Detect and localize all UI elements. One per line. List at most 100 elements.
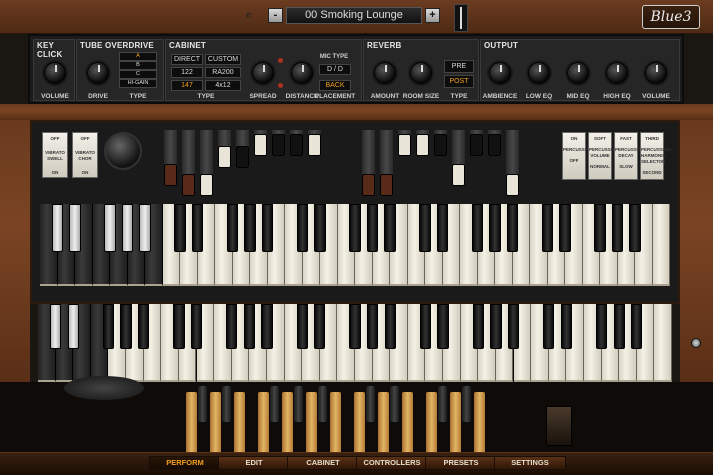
mid-eq-knob[interactable] bbox=[567, 62, 589, 84]
drawbar[interactable] bbox=[416, 130, 429, 156]
percussion-volume-tab[interactable]: SOFT PERCUSSION VOLUME NORMAL bbox=[588, 132, 619, 180]
vibrato-swell-tab[interactable]: OFF VIBRATO SWELL ON bbox=[42, 132, 68, 178]
previous-preset-button[interactable]: - bbox=[268, 8, 283, 23]
bass-pedal[interactable] bbox=[234, 392, 245, 454]
tab-controllers[interactable]: CONTROLLERS bbox=[356, 456, 428, 470]
bass-pedal[interactable] bbox=[450, 392, 461, 454]
drawbar[interactable] bbox=[380, 130, 393, 196]
drawbar-cap[interactable] bbox=[506, 174, 519, 196]
black-key[interactable] bbox=[506, 204, 519, 252]
black-key[interactable] bbox=[296, 204, 309, 252]
bass-pedal-sharp[interactable] bbox=[438, 386, 447, 422]
drawbar[interactable] bbox=[272, 130, 285, 156]
drawbar-cap[interactable] bbox=[290, 134, 303, 156]
cabinet-ra200-button[interactable]: RA200 bbox=[205, 67, 241, 78]
vibrato-chorus-tab[interactable]: OFF VIBRATO CHOR ON bbox=[72, 132, 98, 178]
drawbar-cap[interactable] bbox=[470, 134, 483, 156]
black-key[interactable] bbox=[190, 304, 203, 350]
tube-type-b[interactable]: B bbox=[119, 61, 157, 70]
black-key[interactable] bbox=[560, 304, 572, 350]
drawbar[interactable] bbox=[236, 130, 249, 168]
bass-pedal-sharp[interactable] bbox=[318, 386, 327, 422]
drawbar[interactable] bbox=[290, 130, 303, 156]
leslie-switch[interactable] bbox=[64, 376, 144, 400]
tab-edit[interactable]: EDIT bbox=[218, 456, 290, 470]
black-key[interactable] bbox=[471, 204, 484, 252]
bass-pedal[interactable] bbox=[426, 392, 437, 454]
black-key[interactable] bbox=[226, 204, 239, 252]
high-eq-knob[interactable] bbox=[606, 62, 628, 84]
reverb-pre-button[interactable]: PRE bbox=[444, 60, 474, 73]
drawbar[interactable] bbox=[362, 130, 375, 196]
cabinet-147-button[interactable]: 147 bbox=[171, 80, 203, 91]
bass-pedal-sharp[interactable] bbox=[270, 386, 279, 422]
room-size-knob[interactable] bbox=[410, 62, 432, 84]
drawbar-cap[interactable] bbox=[200, 174, 213, 196]
spread-knob[interactable] bbox=[252, 62, 274, 84]
black-key[interactable] bbox=[472, 304, 484, 350]
bass-pedal[interactable] bbox=[378, 392, 389, 454]
output-volume-knob[interactable] bbox=[645, 62, 667, 84]
drawbar-cap[interactable] bbox=[164, 164, 177, 186]
black-key[interactable] bbox=[191, 204, 204, 252]
tab-cabinet[interactable]: CABINET bbox=[287, 456, 359, 470]
black-key[interactable] bbox=[104, 204, 116, 252]
drawbar[interactable] bbox=[470, 130, 483, 156]
bass-pedal-sharp[interactable] bbox=[222, 386, 231, 422]
black-key[interactable] bbox=[261, 204, 274, 252]
bass-pedal-sharp[interactable] bbox=[198, 386, 207, 422]
black-key[interactable] bbox=[349, 304, 361, 350]
black-key[interactable] bbox=[437, 304, 449, 350]
black-key[interactable] bbox=[613, 304, 625, 350]
drawbar-cap[interactable] bbox=[218, 146, 231, 168]
vibrato-selector-knob[interactable] bbox=[104, 132, 142, 170]
drawbar-cap[interactable] bbox=[434, 134, 447, 156]
black-key[interactable] bbox=[243, 304, 255, 350]
bass-pedal[interactable] bbox=[210, 392, 221, 454]
drawbar[interactable] bbox=[200, 130, 213, 196]
reverb-amount-knob[interactable] bbox=[374, 62, 396, 84]
preset-name-display[interactable]: 00 Smoking Lounge bbox=[286, 7, 422, 24]
drawbar-cap[interactable] bbox=[416, 134, 429, 156]
percussion-decay-tab[interactable]: FAST PERCUSSION DECAY SLOW bbox=[614, 132, 645, 180]
cabinet-custom-button[interactable]: CUSTOM bbox=[205, 54, 241, 65]
bass-pedal-sharp[interactable] bbox=[366, 386, 375, 422]
black-key[interactable] bbox=[507, 304, 520, 350]
drawbar[interactable] bbox=[254, 130, 267, 156]
drawbar[interactable] bbox=[398, 130, 411, 156]
key-click-volume-knob[interactable] bbox=[44, 62, 66, 84]
black-key[interactable] bbox=[594, 204, 606, 252]
drawbar-cap[interactable] bbox=[362, 174, 375, 196]
black-key[interactable] bbox=[49, 304, 62, 350]
bass-pedal[interactable] bbox=[402, 392, 413, 454]
black-key[interactable] bbox=[490, 304, 502, 350]
black-key[interactable] bbox=[384, 204, 396, 252]
drawbar-cap[interactable] bbox=[308, 134, 321, 156]
drawbar-cap[interactable] bbox=[272, 134, 285, 156]
black-key[interactable] bbox=[489, 204, 501, 252]
black-key[interactable] bbox=[314, 304, 326, 350]
bass-pedal-sharp[interactable] bbox=[462, 386, 471, 422]
black-key[interactable] bbox=[366, 204, 379, 252]
drive-knob[interactable] bbox=[87, 62, 109, 84]
black-key[interactable] bbox=[174, 204, 186, 252]
tab-settings[interactable]: SETTINGS bbox=[494, 456, 566, 470]
tab-presets[interactable]: PRESETS bbox=[425, 456, 497, 470]
cabinet-122-button[interactable]: 122 bbox=[171, 67, 203, 78]
drawbar-cap[interactable] bbox=[488, 134, 501, 156]
black-key[interactable] bbox=[138, 304, 150, 350]
bass-pedal[interactable] bbox=[354, 392, 365, 454]
drawbar[interactable] bbox=[164, 130, 177, 186]
black-key[interactable] bbox=[226, 304, 238, 350]
drawbar-cap[interactable] bbox=[398, 134, 411, 156]
black-key[interactable] bbox=[559, 204, 571, 252]
tube-type-c[interactable]: C bbox=[119, 70, 157, 79]
drawbar[interactable] bbox=[218, 130, 231, 168]
black-key[interactable] bbox=[366, 304, 379, 350]
black-key[interactable] bbox=[69, 204, 81, 252]
black-key[interactable] bbox=[349, 204, 361, 252]
low-eq-knob[interactable] bbox=[528, 62, 550, 84]
placement-display[interactable]: BACK bbox=[319, 80, 351, 91]
black-key[interactable] bbox=[543, 304, 555, 350]
black-key[interactable] bbox=[296, 304, 308, 350]
